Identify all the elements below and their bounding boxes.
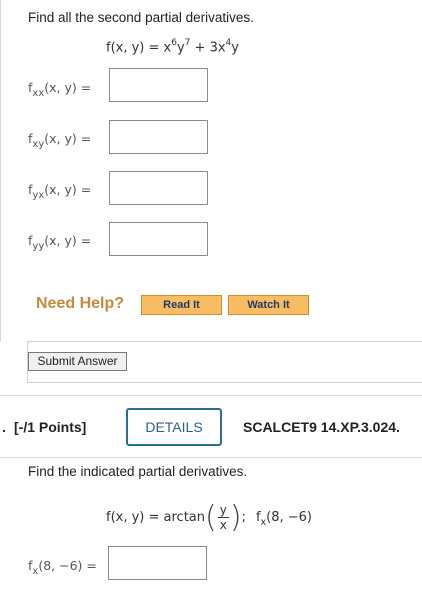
separator: ; xyxy=(241,509,246,525)
fraction: y x xyxy=(217,502,229,532)
details-button[interactable]: DETAILS xyxy=(126,408,222,446)
subscript: yy xyxy=(32,241,45,252)
label-rest: (8, −6) = xyxy=(38,558,97,573)
exponent: 4 xyxy=(225,38,232,48)
divider xyxy=(0,457,422,458)
question-prompt: Find all the second partial derivatives. xyxy=(28,10,254,25)
read-it-button[interactable]: Read It xyxy=(141,295,222,315)
label-rest: (x, y) = xyxy=(44,80,92,95)
variable: y xyxy=(231,40,239,56)
label-rest: (x, y) = xyxy=(44,131,92,146)
function-definition: f(x, y) = x6y7 + 3x4y xyxy=(106,38,239,56)
label-rest: (x, y) = xyxy=(44,182,92,197)
watch-it-button[interactable]: Watch It xyxy=(228,295,309,315)
fyy-label: fyy(x, y) = xyxy=(28,233,92,252)
function-lhs: f(x, y) = arctan xyxy=(106,509,206,525)
fxy-answer-input[interactable] xyxy=(109,120,208,154)
left-border xyxy=(0,0,1,342)
points-label: [-/1 Points] xyxy=(14,419,87,435)
function-lhs: f(x, y) = x xyxy=(106,40,172,56)
fyx-answer-input[interactable] xyxy=(109,171,208,205)
subscript: xx xyxy=(32,88,45,99)
question-prompt: Find the indicated partial derivatives. xyxy=(28,464,248,479)
right-paren: ) xyxy=(229,499,242,535)
subscript: yx xyxy=(32,190,45,201)
variable: y xyxy=(176,40,185,56)
subscript: xy xyxy=(32,139,45,150)
subscript: x xyxy=(32,566,39,577)
question-code: SCALCET9 14.XP.3.024. xyxy=(243,419,400,435)
fyy-answer-input[interactable] xyxy=(109,222,208,256)
fraction-numerator: y xyxy=(217,502,229,518)
fx-answer-input[interactable] xyxy=(108,546,207,580)
exponent: 7 xyxy=(184,38,191,48)
function-term: + 3x xyxy=(190,40,226,56)
fxy-label: fxy(x, y) = xyxy=(28,131,92,150)
function-definition: f(x, y) = arctan ( y x ) ; fx(8, −6) xyxy=(106,494,312,540)
fyx-label: fyx(x, y) = xyxy=(28,182,92,201)
left-paren: ( xyxy=(205,499,217,535)
question-number-prefix: . xyxy=(2,419,6,435)
fraction-denominator: x xyxy=(219,517,227,532)
divider xyxy=(0,395,422,396)
label-rest: (x, y) = xyxy=(44,233,92,248)
fxx-label: fxx(x, y) = xyxy=(28,80,92,99)
need-help-label: Need Help? xyxy=(36,295,125,312)
submit-answer-button[interactable]: Submit Answer xyxy=(28,352,127,371)
func-symbol: f xyxy=(255,509,261,525)
fxx-answer-input[interactable] xyxy=(109,68,208,102)
fx-label: fx(8, −6) = xyxy=(28,558,97,577)
subscript: x xyxy=(260,516,267,528)
exponent: 6 xyxy=(171,38,177,48)
target-derivative: fx(8, −6) xyxy=(255,509,312,528)
target-args: (8, −6) xyxy=(266,509,312,525)
